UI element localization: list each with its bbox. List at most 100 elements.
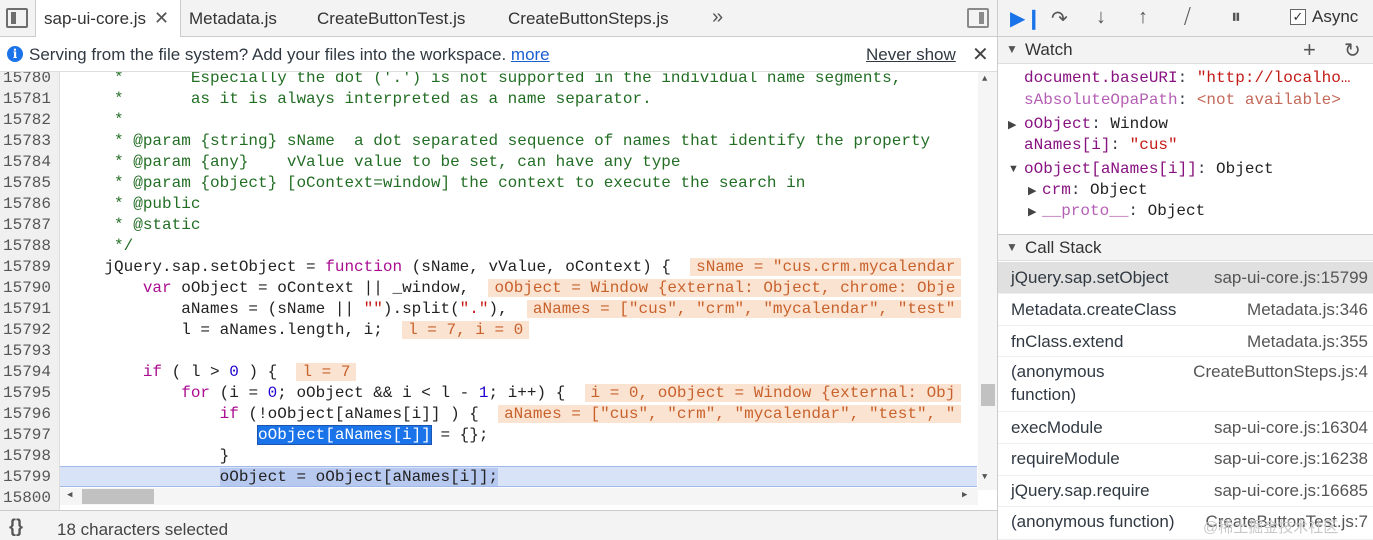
watch-child[interactable]: __proto__: Object	[1042, 202, 1205, 220]
line-number[interactable]: 15794	[3, 362, 51, 383]
watch-item[interactable]: aNames[i]: "cus"	[1024, 136, 1178, 154]
deactivate-breakpoints-icon[interactable]: ⧸	[1184, 6, 1191, 29]
line-number[interactable]: 15788	[3, 236, 51, 257]
code-line-15783: * @param {string} sName a dot separated …	[66, 132, 931, 150]
more-link[interactable]: more	[511, 45, 550, 64]
line-number[interactable]: 15785	[3, 173, 51, 194]
expand-triangle-icon[interactable]: ▶	[1028, 205, 1036, 218]
line-number[interactable]: 15782	[3, 110, 51, 131]
callstack-frame[interactable]: requireModule sap-ui-core.js:16238	[998, 444, 1373, 476]
frame-location: sap-ui-core.js:15799	[1213, 268, 1368, 287]
scroll-right-icon[interactable]: ▶	[962, 490, 967, 500]
step-over-icon[interactable]: ↷	[1051, 6, 1068, 31]
step-out-icon[interactable]: ↑	[1138, 6, 1148, 29]
line-number[interactable]: 15791	[3, 299, 51, 320]
tab-sap-ui-core[interactable]: sap-ui-core.js ✕	[35, 0, 181, 38]
tab-create-button-steps[interactable]: CreateButtonSteps.js	[508, 0, 669, 37]
expand-triangle-icon[interactable]: ▶	[1028, 184, 1036, 197]
async-label: Async	[1312, 7, 1359, 26]
pretty-print-icon[interactable]: {}	[9, 516, 23, 537]
more-tabs-icon[interactable]: »	[712, 0, 723, 34]
async-checkbox[interactable]: ✓	[1290, 9, 1306, 25]
code-keyword: function	[325, 258, 403, 276]
step-into-icon[interactable]: ↓	[1096, 6, 1106, 29]
code-text: (!oObject[aNames[i]] ) {	[238, 405, 499, 423]
code-text: (i =	[210, 384, 268, 402]
line-number[interactable]: 15792	[3, 320, 51, 341]
selected-text: oObject[aNames[i]]	[257, 425, 432, 445]
resume-icon[interactable]: ▶❙	[1010, 6, 1042, 31]
expand-triangle-icon[interactable]: ▶	[1008, 118, 1016, 131]
watch-item[interactable]: document.baseURI: "http://localho…	[1024, 69, 1350, 87]
line-number[interactable]: 15799	[3, 467, 51, 488]
infobar-text: Serving from the file system? Add your f…	[29, 45, 507, 64]
scroll-up-icon[interactable]: ▲	[982, 74, 987, 84]
info-icon: i	[7, 46, 23, 62]
scroll-left-icon[interactable]: ◀	[67, 490, 72, 500]
tab-create-button-test[interactable]: CreateButtonTest.js	[317, 0, 465, 37]
callstack-frame[interactable]: execModule sap-ui-core.js:16304	[998, 412, 1373, 444]
code-line-15780: * Especially the dot ('.') is not suppor…	[66, 72, 902, 87]
line-number[interactable]: 15790	[3, 278, 51, 299]
watch-item[interactable]: oObject[aNames[i]]: Object	[1024, 160, 1274, 178]
callstack-title: Call Stack	[1025, 238, 1102, 257]
line-number[interactable]: 15781	[3, 89, 51, 110]
line-number[interactable]: 15787	[3, 215, 51, 236]
debugger-toggle-icon[interactable]	[967, 8, 989, 28]
callstack-frame[interactable]: fnClass.extend Metadata.js:355	[998, 326, 1373, 357]
line-number[interactable]: 15800	[3, 488, 51, 509]
watch-child[interactable]: crm: Object	[1042, 181, 1148, 199]
code-keyword: for	[181, 384, 211, 402]
navigator-toggle-icon[interactable]	[6, 8, 28, 28]
line-number[interactable]: 15783	[3, 131, 51, 152]
pause-on-exceptions-icon[interactable]: ⏸	[1231, 6, 1241, 29]
frame-function: (anonymous function)	[1011, 512, 1175, 531]
line-number[interactable]: 15780	[3, 72, 51, 89]
line-number[interactable]: 15798	[3, 446, 51, 467]
horizontal-scroll-thumb[interactable]	[82, 489, 154, 504]
close-tab-icon[interactable]: ✕	[154, 8, 169, 28]
vertical-scroll-thumb[interactable]	[981, 384, 995, 406]
code-line-15787: * @static	[66, 216, 201, 234]
code-text: oObject = oContext || _window,	[171, 279, 489, 297]
code-keyword: if	[219, 405, 239, 423]
scroll-down-icon[interactable]: ▼	[982, 472, 987, 482]
collapse-triangle-icon[interactable]: ▼	[1008, 163, 1019, 175]
add-watch-icon[interactable]: +	[1303, 37, 1316, 63]
callstack-frame[interactable]: (anonymous function) CreateButtonSteps.js:…	[998, 357, 1373, 412]
watch-key: aNames[i]	[1024, 136, 1111, 154]
callstack-section-header[interactable]: ▼ Call Stack	[998, 234, 1373, 261]
code-number: 0	[229, 363, 239, 381]
refresh-icon[interactable]: ↻	[1344, 38, 1361, 63]
line-number[interactable]: 15789	[3, 257, 51, 278]
callstack-frame[interactable]: jQuery.sap.setObject sap-ui-core.js:15799	[998, 262, 1373, 294]
code-text: ) {	[238, 363, 297, 381]
line-number[interactable]: 15796	[3, 404, 51, 425]
watch-key: sAbsoluteOpaPath	[1024, 91, 1178, 109]
watch-item[interactable]: sAbsoluteOpaPath: <not available>	[1024, 91, 1341, 109]
callstack-frame[interactable]: Metadata.createClass Metadata.js:346	[998, 294, 1373, 326]
frame-function: (anonymous	[1011, 362, 1105, 381]
line-number[interactable]: 15795	[3, 383, 51, 404]
line-number[interactable]: 15793	[3, 341, 51, 362]
line-number[interactable]: 15784	[3, 152, 51, 173]
code-editor[interactable]: 15780 15781 15782 15783 15784 15785 15786 15787…	[0, 72, 997, 510]
tab-metadata[interactable]: Metadata.js	[189, 0, 277, 37]
watch-section-header[interactable]: ▼ Watch + ↻	[998, 37, 1373, 64]
collapse-triangle-icon: ▼	[1006, 240, 1018, 254]
close-infobar-icon[interactable]: ✕	[972, 42, 989, 67]
watermark: @稀土掘金技术社区	[1203, 519, 1339, 536]
vertical-scrollbar[interactable]	[978, 72, 997, 490]
line-number[interactable]: 15797	[3, 425, 51, 446]
watch-item[interactable]: oObject: Window	[1024, 115, 1168, 133]
sources-panel: sap-ui-core.js ✕ Metadata.js CreateButton…	[0, 0, 997, 540]
line-number[interactable]: 15786	[3, 194, 51, 215]
code-line-15784: * @param {any} vValue value to be set, c…	[66, 153, 681, 171]
horizontal-scrollbar[interactable]	[60, 488, 978, 505]
never-show-link[interactable]: Never show	[866, 45, 956, 65]
callstack-frame[interactable]: jQuery.sap.require sap-ui-core.js:16685	[998, 476, 1373, 507]
editor-tabbar: sap-ui-core.js ✕ Metadata.js CreateButton…	[0, 0, 997, 38]
